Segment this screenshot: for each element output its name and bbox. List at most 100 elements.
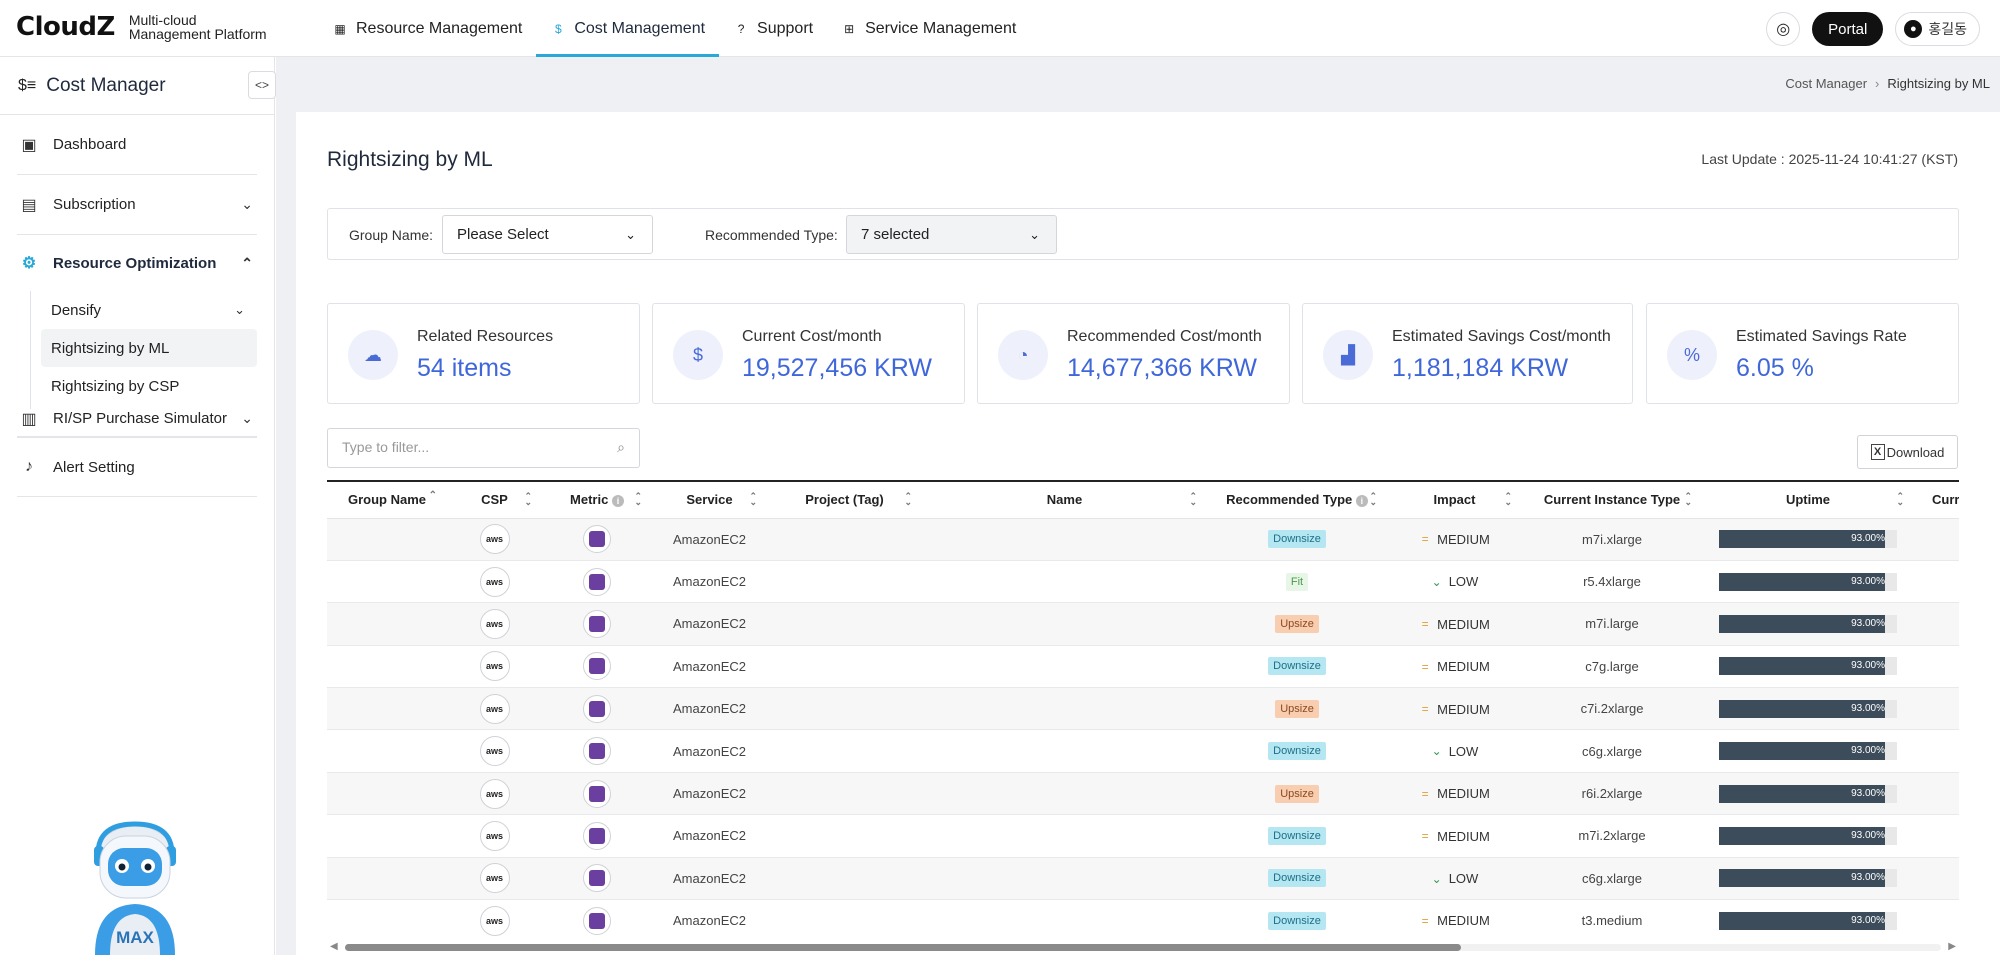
horizontal-scrollbar[interactable]: ◀ ▶ (327, 940, 1959, 955)
table-row[interactable]: aws AmazonEC2 Upsize = MEDIUM m7i.large 93.00%… (327, 602, 1959, 646)
info-icon[interactable]: i (1355, 495, 1368, 508)
table-row[interactable]: aws AmazonEC2 Upsize = MEDIUM r6i.2xlarge 93.0… (327, 772, 1959, 816)
metric-icon[interactable] (583, 864, 611, 893)
user-menu-button[interactable]: ● 홍길동 (1895, 12, 1980, 46)
sidebar-subitem-rightsizing-csp[interactable]: Rightsizing by CSP (41, 367, 257, 405)
scroll-thumb[interactable] (345, 944, 1461, 951)
cell-name (922, 857, 1207, 901)
col-current-cost[interactable]: Current Cost (1914, 482, 1959, 519)
search-icon[interactable]: ⌕ (617, 439, 625, 456)
col-group-name[interactable]: Group Name ⌃ (327, 482, 447, 519)
metric-icon[interactable] (583, 567, 611, 596)
sidebar-subitem-densify[interactable]: Densify ⌄ (41, 291, 257, 329)
col-service[interactable]: Service ⌃ ⌄ (652, 482, 767, 519)
nav-support[interactable]: ? Support (719, 0, 827, 57)
cell-instance-type: r5.4xlarge (1522, 560, 1702, 604)
search-input[interactable] (342, 429, 602, 465)
col-current-instance-type[interactable]: Current Instance Type ⌃ ⌄ (1522, 482, 1702, 519)
nav-service-management[interactable]: ⊞ Service Management (827, 0, 1030, 57)
cell-name (922, 518, 1207, 561)
max-mascot-robot[interactable]: MAX (70, 820, 200, 955)
apps-icon: ⊞ (844, 21, 855, 36)
cell-uptime: 93.00% (1702, 518, 1914, 561)
col-metric[interactable]: Metric i ⌃ ⌄ (542, 482, 652, 519)
nav-cost-management[interactable]: $ Cost Management (536, 0, 719, 57)
cell-project-tag (767, 814, 922, 858)
col-name[interactable]: Name ⌃ ⌄ (922, 482, 1207, 519)
download-button[interactable]: X Download (1857, 435, 1958, 469)
sidebar-item-resource-optimization[interactable]: ⚙ Resource Optimization ⌃ (17, 235, 257, 291)
col-recommended-type[interactable]: Recommended Type i ⌃ ⌄ (1207, 482, 1387, 519)
cell-metric (542, 814, 652, 858)
table-row[interactable]: aws AmazonEC2 Downsize = MEDIUM c7g.large 93.0… (327, 645, 1959, 689)
table-row[interactable]: aws AmazonEC2 Downsize = MEDIUM m7i.xlarge 93.… (327, 518, 1959, 561)
col-uptime[interactable]: Uptime ⌃ ⌄ (1702, 482, 1914, 519)
col-csp[interactable]: CSP ⌃ ⌄ (447, 482, 542, 519)
excel-icon: X (1870, 444, 1885, 460)
sidebar-item-risp-simulator[interactable]: ▥ RI/SP Purchase Simulator ⌄ (17, 401, 257, 437)
breadcrumb-parent[interactable]: Cost Manager (1785, 76, 1867, 91)
metric-icon[interactable] (583, 779, 611, 808)
scroll-right-icon[interactable]: ▶ (1948, 941, 1956, 952)
impact-label: MEDIUM (1437, 531, 1490, 547)
chevron-down-icon: ⌄ (234, 302, 245, 317)
recommended-type-select[interactable]: 7 selected ⌄ (846, 215, 1057, 254)
aws-logo-icon: aws (479, 736, 510, 767)
cell-group-name (327, 560, 447, 604)
metric-icon[interactable] (583, 906, 611, 935)
sidebar-collapse-button[interactable]: <> (248, 71, 276, 99)
table-row[interactable]: aws AmazonEC2 Downsize = MEDIUM t3.medium 93.0… (327, 899, 1959, 940)
cell-name (922, 772, 1207, 816)
cell-metric (542, 560, 652, 604)
cell-group-name (327, 857, 447, 901)
portal-button[interactable]: Portal (1812, 12, 1884, 46)
nav-label: Service Management (865, 19, 1017, 37)
impact-label: LOW (1448, 871, 1479, 887)
table-row[interactable]: aws AmazonEC2 Downsize = MEDIUM m7i.2xlarge 93… (327, 814, 1959, 858)
metric-icon[interactable] (583, 737, 611, 766)
cell-csp: aws (447, 602, 542, 646)
nav-resource-management[interactable]: ▦ Resource Management (318, 0, 536, 57)
cloud-icon: ☁ (348, 330, 398, 380)
table-row[interactable]: aws AmazonEC2 Upsize = MEDIUM c7i.2xlarge 93.0… (327, 687, 1959, 731)
table-row[interactable]: aws AmazonEC2 Downsize ⌄ LOW c6g.xlarge 93.00%… (327, 857, 1959, 901)
cell-csp: aws (447, 899, 542, 940)
cell-name (922, 560, 1207, 604)
card-value: 54 items (417, 354, 512, 382)
col-project-tag[interactable]: Project (Tag) ⌃ ⌄ (767, 482, 922, 519)
sidebar-item-subscription[interactable]: ▤ Subscription ⌄ (17, 175, 257, 235)
table-row[interactable]: aws AmazonEC2 Downsize ⌄ LOW c6g.xlarge 93.00%… (327, 729, 1959, 773)
chevron-down-icon: ⌄ (241, 196, 253, 212)
language-button[interactable]: ◎ (1766, 12, 1801, 46)
impact-label: MEDIUM (1437, 828, 1490, 844)
cell-group-name (327, 899, 447, 940)
uptime-bar: 93.00% (1719, 657, 1897, 676)
sort-icon: ⌃ ⌄ (1684, 491, 1692, 507)
impact-level-icon: = (1421, 786, 1429, 801)
group-name-select[interactable]: Please Select ⌄ (442, 215, 653, 254)
recommended-type-value: 7 selected (861, 226, 930, 243)
impact-label: MEDIUM (1437, 786, 1490, 802)
mascot-label: MAX (116, 928, 154, 947)
cell-project-tag (767, 518, 922, 561)
filter-bar: Group Name: Please Select ⌄ Recommended … (327, 208, 1959, 260)
cell-metric (542, 687, 652, 731)
aws-logo-icon: aws (479, 778, 510, 809)
col-impact[interactable]: Impact ⌃ ⌄ (1387, 482, 1522, 519)
sidebar-subitem-rightsizing-ml[interactable]: Rightsizing by ML (41, 329, 257, 367)
scroll-left-icon[interactable]: ◀ (330, 941, 338, 952)
sidebar-item-alert-setting[interactable]: ♪ Alert Setting (17, 437, 257, 497)
cell-service: AmazonEC2 (652, 645, 767, 689)
metric-icon[interactable] (583, 525, 611, 554)
table-row[interactable]: aws AmazonEC2 Fit ⌄ LOW r5.4xlarge 93.00% 1,896… (327, 560, 1959, 604)
metric-icon[interactable] (583, 821, 611, 850)
metric-icon[interactable] (583, 694, 611, 723)
metric-icon[interactable] (583, 652, 611, 681)
cell-group-name (327, 602, 447, 646)
cloudz-logo[interactable]: CloudZ Multi-cloud Management Platform (16, 12, 279, 42)
sidebar-item-dashboard[interactable]: ▣ Dashboard (17, 115, 257, 175)
main-nav: ▦ Resource Management $ Cost Management … (318, 0, 1030, 57)
metric-icon[interactable] (583, 609, 611, 638)
info-icon[interactable]: i (611, 495, 624, 508)
cell-current-cost: 1,896, (1914, 560, 1959, 604)
